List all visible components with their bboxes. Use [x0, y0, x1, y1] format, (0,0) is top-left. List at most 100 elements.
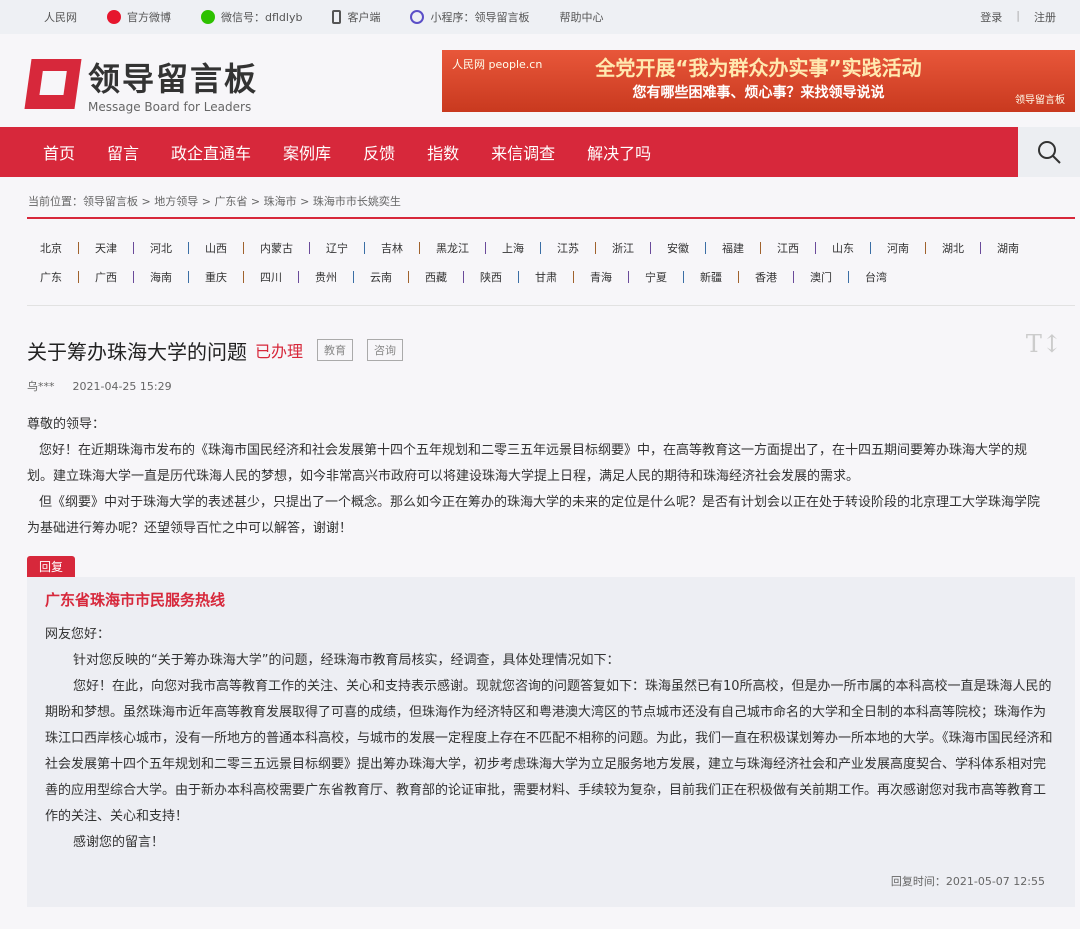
region-link[interactable]: 西藏 [425, 269, 447, 285]
tag-education[interactable]: 教育 [317, 339, 354, 361]
reply-time: 回复时间：2021-05-07 12:55 [890, 875, 1045, 888]
region-link[interactable]: 湖南 [997, 240, 1019, 256]
link-app[interactable]: 客户端 [332, 9, 380, 25]
region-link[interactable]: 湖北 [942, 240, 964, 256]
region-link[interactable]: 广西 [95, 269, 117, 285]
login-link[interactable]: 登录 [980, 9, 1002, 25]
reply-paragraph: 感谢您的留言！ [73, 835, 165, 850]
region-link[interactable]: 北京 [40, 240, 62, 256]
nav-enterprise[interactable]: 政企直通车 [171, 140, 251, 164]
region-separator [78, 270, 79, 283]
region-link[interactable]: 台湾 [865, 269, 887, 285]
region-link[interactable]: 澳门 [810, 269, 832, 285]
breadcrumb-item[interactable]: 珠海市 [264, 195, 297, 208]
region-link[interactable]: 江西 [777, 240, 799, 256]
region-link[interactable]: 四川 [260, 269, 282, 285]
nav-index[interactable]: 指数 [427, 140, 459, 164]
region-separator [243, 241, 244, 254]
region-link[interactable]: 山西 [205, 240, 227, 256]
region-link[interactable]: 广东 [40, 269, 62, 285]
region-link[interactable]: 吉林 [381, 240, 403, 256]
region-link[interactable]: 云南 [370, 269, 392, 285]
region-link[interactable]: 陕西 [480, 269, 502, 285]
region-separator [683, 270, 684, 283]
region-link[interactable]: 福建 [722, 240, 744, 256]
region-link[interactable]: 黑龙江 [436, 240, 469, 256]
region-separator [980, 241, 981, 254]
region-separator [595, 241, 596, 254]
link-help[interactable]: 帮助中心 [559, 9, 603, 25]
wechat-icon [201, 10, 215, 24]
breadcrumb-item[interactable]: 珠海市市长姚奕生 [313, 195, 401, 208]
region-link[interactable]: 香港 [755, 269, 777, 285]
region-link[interactable]: 江苏 [557, 240, 579, 256]
breadcrumb-separator: > [138, 195, 155, 208]
logo[interactable]: 领导留言板 Message Board for Leaders [24, 54, 259, 114]
promo-banner[interactable]: 人民网 people.cn 全党开展“我为群众办实事”实践活动 您有哪些困难事、… [442, 50, 1075, 112]
logo-title: 领导留言板 [88, 60, 259, 98]
paragraph: 但《纲要》中对于珠海大学的表述甚少，只提出了一个概念。那么如今正在筹办的珠海大学… [27, 495, 1041, 536]
nav-solved[interactable]: 解决了吗 [587, 140, 651, 164]
region-link[interactable]: 宁夏 [645, 269, 667, 285]
region-link[interactable]: 辽宁 [326, 240, 348, 256]
region-link[interactable]: 海南 [150, 269, 172, 285]
nav-home[interactable]: 首页 [43, 140, 75, 164]
nav-feedback[interactable]: 反馈 [363, 140, 395, 164]
link-miniprogram[interactable]: 小程序：领导留言板 [410, 9, 529, 25]
logo-mark-icon [24, 59, 82, 109]
miniprogram-icon [410, 10, 425, 24]
region-list: 北京 天津 河北 山西 内蒙古 辽宁 吉林 黑龙江 上海 江苏 浙江 安徽 福建 江西 山东 河南 湖北 湖南广东… [0, 219, 1080, 305]
region-link[interactable]: 新疆 [700, 269, 722, 285]
region-separator [188, 270, 189, 283]
region-separator [353, 270, 354, 283]
link-wechat[interactable]: 微信号：dfldlyb [201, 9, 302, 25]
reply-greeting: 网友您好： [45, 627, 111, 642]
region-link[interactable]: 浙江 [612, 240, 634, 256]
reply-label: 回复 [27, 556, 76, 577]
breadcrumb-separator: > [247, 195, 264, 208]
register-link[interactable]: 注册 [1034, 9, 1056, 25]
region-separator [815, 241, 816, 254]
region-link[interactable]: 甘肃 [535, 269, 557, 285]
region-link[interactable]: 天津 [95, 240, 117, 256]
nav-messages[interactable]: 留言 [107, 140, 139, 164]
link-people[interactable]: 人民网 [44, 9, 77, 25]
link-weibo[interactable]: 官方微博 [107, 9, 171, 25]
region-separator [463, 270, 464, 283]
nav-cases[interactable]: 案例库 [283, 140, 331, 164]
region-link[interactable]: 河北 [150, 240, 172, 256]
header: 领导留言板 Message Board for Leaders 人民网 peopl… [0, 34, 1080, 127]
region-link[interactable]: 山东 [832, 240, 854, 256]
breadcrumb-label: 当前位置： [28, 195, 83, 208]
search-icon [1038, 141, 1061, 164]
tag-consult[interactable]: 咨询 [367, 339, 404, 361]
message-body: 尊敬的领导： 您好！在近期珠海市发布的《珠海市国民经济和社会发展第十四个五年规划… [0, 394, 1080, 542]
font-size-icon[interactable]: T↕ [1026, 330, 1062, 358]
region-separator [650, 241, 651, 254]
paragraph: 您好！在近期珠海市发布的《珠海市国民经济和社会发展第十四个五年规划和二零三五年远… [27, 443, 1028, 484]
nav-survey[interactable]: 来信调查 [491, 140, 555, 164]
logo-subtitle: Message Board for Leaders [88, 100, 252, 114]
breadcrumb-item[interactable]: 领导留言板 [83, 195, 138, 208]
region-separator [485, 241, 486, 254]
region-link[interactable]: 内蒙古 [260, 240, 293, 256]
region-separator [628, 270, 629, 283]
breadcrumb-item[interactable]: 广东省 [214, 195, 247, 208]
message-meta: 乌*** 2021-04-25 15:29 [0, 368, 1080, 394]
main-nav: 首页 留言 政企直通车 案例库 反馈 指数 来信调查 解决了吗 [0, 127, 1080, 177]
region-link[interactable]: 安徽 [667, 240, 689, 256]
reply-paragraph: 针对您反映的“关于筹办珠海大学”的问题，经珠海市教育局核实，经调查，具体处理情况… [73, 653, 620, 668]
region-separator [133, 270, 134, 283]
breadcrumb-separator: > [296, 195, 313, 208]
region-link[interactable]: 重庆 [205, 269, 227, 285]
region-link[interactable]: 上海 [502, 240, 524, 256]
breadcrumb-item[interactable]: 地方领导 [154, 195, 198, 208]
region-link[interactable]: 贵州 [315, 269, 337, 285]
author: 乌*** [27, 380, 55, 393]
region-separator [298, 270, 299, 283]
region-link[interactable]: 河南 [887, 240, 909, 256]
region-link[interactable]: 青海 [590, 269, 612, 285]
breadcrumb-separator: > [198, 195, 215, 208]
search-button[interactable] [1018, 127, 1080, 177]
greeting: 尊敬的领导： [27, 417, 106, 432]
